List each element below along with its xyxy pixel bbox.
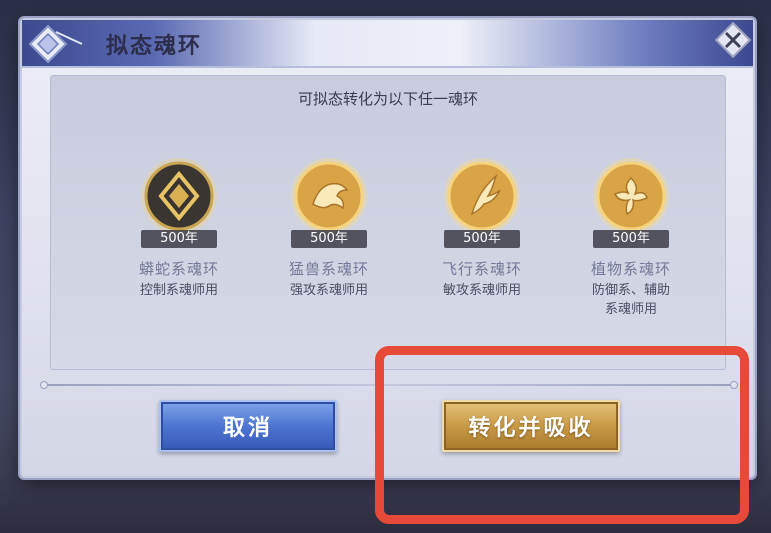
ring-usage: 防御系、辅助系魂师用 xyxy=(591,283,670,317)
convert-and-absorb-button[interactable]: 转化并吸收 xyxy=(442,400,620,452)
ring-year-badge: 500年 xyxy=(444,230,520,248)
shield-icon xyxy=(141,158,217,234)
close-icon xyxy=(714,21,752,59)
title-bar: 拟态魂环 xyxy=(22,20,753,68)
ring-year-badge: 500年 xyxy=(141,230,217,248)
ring-year-badge: 500年 xyxy=(593,230,669,248)
mimic-soul-ring-dialog: 拟态魂环 可拟态转化为以下任一魂环 500年 蟒蛇系魂环 控制系魂师用 500年… xyxy=(20,18,755,478)
ring-options-panel: 可拟态转化为以下任一魂环 500年 蟒蛇系魂环 控制系魂师用 500年 猛兽系魂… xyxy=(50,75,726,370)
close-button[interactable] xyxy=(713,20,753,60)
divider-dot xyxy=(40,381,48,389)
ring-option-python[interactable]: 500年 蟒蛇系魂环 控制系魂师用 xyxy=(99,156,259,356)
dialog-title: 拟态魂环 xyxy=(106,33,203,59)
divider-dot xyxy=(730,381,738,389)
ring-option-flying[interactable]: 500年 飞行系魂环 敏攻系魂师用 xyxy=(402,156,562,356)
title-ornament-icon xyxy=(28,24,83,64)
ring-name: 飞行系魂环 xyxy=(441,260,522,278)
ring-usage: 敏攻系魂师用 xyxy=(442,283,521,298)
cancel-button[interactable]: 取消 xyxy=(159,400,337,452)
beast-icon xyxy=(291,158,367,234)
feather-icon xyxy=(444,158,520,234)
ring-name: 蟒蛇系魂环 xyxy=(138,260,219,278)
ring-name: 猛兽系魂环 xyxy=(288,260,369,278)
ring-usage: 强攻系魂师用 xyxy=(289,283,368,298)
ring-usage: 控制系魂师用 xyxy=(139,283,218,298)
options-subtitle: 可拟态转化为以下任一魂环 xyxy=(297,90,478,108)
ring-option-beast[interactable]: 500年 猛兽系魂环 强攻系魂师用 xyxy=(249,156,409,356)
ring-option-plant[interactable]: 500年 植物系魂环 防御系、辅助系魂师用 xyxy=(551,156,711,356)
ring-name: 植物系魂环 xyxy=(590,260,671,278)
flower-icon xyxy=(593,158,669,234)
ring-year-badge: 500年 xyxy=(291,230,367,248)
divider xyxy=(40,381,738,389)
